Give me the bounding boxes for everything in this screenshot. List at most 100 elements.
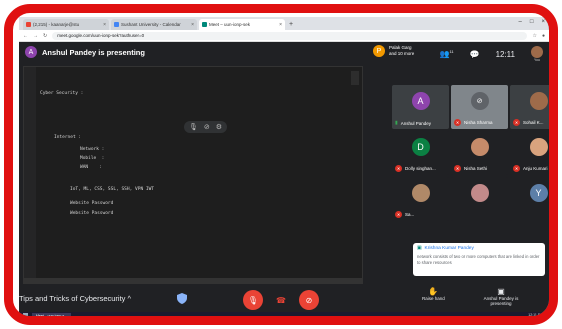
participant-photo xyxy=(529,92,548,110)
self-label: You xyxy=(534,58,540,62)
participant-tile[interactable]: Y xyxy=(510,177,549,221)
screen: (2,215) - kaanarje@stu × Sushant Univers… xyxy=(19,17,549,317)
red-frame: (2,215) - kaanarje@stu × Sushant Univers… xyxy=(4,4,558,325)
participant-avatar: Y xyxy=(529,184,548,202)
browser-tab-bar: (2,215) - kaanarje@stu × Sushant Univers… xyxy=(19,17,549,30)
maximize-icon[interactable]: □ xyxy=(530,19,534,25)
meeting-title[interactable]: Tips and Tricks of Cybersecurity ^ xyxy=(19,294,131,303)
code-line: IoT, ML, CSS, SSL, SSH, VPN IWT xyxy=(70,187,154,192)
editor-gutter xyxy=(24,67,36,283)
chat-icon[interactable]: 💬 xyxy=(470,50,480,59)
address-bar-row: ← → ↻ meet.google.com/uun-ionp-sek?authu… xyxy=(19,30,549,42)
taskbar-clock: 12:11 PM xyxy=(528,313,543,317)
reload-icon[interactable]: ↻ xyxy=(43,33,47,39)
presenter-banner: A Anshul Pandey is presenting xyxy=(25,46,145,58)
hand-icon: ✋ xyxy=(428,287,439,296)
browser-tab[interactable]: Sushant University - Calendar × xyxy=(111,19,197,30)
participants-count: 11 xyxy=(449,49,454,55)
new-tab-button[interactable]: + xyxy=(289,19,293,30)
tab-close-icon[interactable]: × xyxy=(103,22,106,28)
participant-name: Nisha Sharma xyxy=(464,120,493,125)
code-line: WAN : xyxy=(80,165,102,170)
participant-photo xyxy=(470,184,489,202)
mic-off-icon: ✕ xyxy=(454,119,461,126)
pinned-participants[interactable]: P Palak Garg and 10 more xyxy=(373,45,414,57)
participant-avatar: D xyxy=(411,138,430,156)
back-icon[interactable]: ← xyxy=(23,33,28,39)
code-line: Website Password xyxy=(70,201,114,206)
code-line: Cyber Security : xyxy=(40,91,84,96)
windows-start-icon[interactable] xyxy=(23,313,28,316)
tab-favicon-icon xyxy=(26,22,31,27)
mic-toggle-button[interactable]: 🎙 xyxy=(243,290,263,310)
settings-overlay-icon[interactable]: ⚙ xyxy=(216,123,222,131)
mic-off-icon: 🎙 xyxy=(247,295,259,305)
browser-tab[interactable]: (2,215) - kaanarje@stu × xyxy=(23,19,109,30)
leave-call-button[interactable]: ☎ xyxy=(271,290,291,310)
shield-icon[interactable] xyxy=(177,293,187,304)
browser-tab-active[interactable]: Meet – uun-ionp-sek × xyxy=(199,19,285,30)
pinned-avatar: P xyxy=(373,45,385,57)
tab-label: Sushant University - Calendar xyxy=(121,22,181,27)
mic-off-icon: ✕ xyxy=(395,165,402,172)
meeting-clock: 12:11 xyxy=(495,49,515,59)
os-taskbar: Meet – uun-ionp-s... 12:11 PM xyxy=(19,312,549,317)
participant-tile[interactable]: ✕ Sa... xyxy=(392,177,449,221)
tab-label: (2,215) - kaanarje@stu xyxy=(33,22,80,27)
participant-avatar: A xyxy=(411,92,430,110)
camera-off-icon: ⊘ xyxy=(305,295,313,305)
presenting-button[interactable]: ▣ Anshul Pandey is presenting xyxy=(475,288,527,307)
participant-name: Sohail K... xyxy=(523,120,544,125)
people-icon[interactable]: 👥11 xyxy=(439,49,453,59)
hide-overlay-icon[interactable]: ⊘ xyxy=(204,123,210,131)
code-line: Internet : xyxy=(54,135,82,140)
hang-up-icon: ☎ xyxy=(276,295,286,305)
editor-minimap xyxy=(351,71,359,85)
camera-off-icon: ⊘ xyxy=(470,92,489,110)
mic-off-icon: ✕ xyxy=(513,119,520,126)
participant-tile[interactable]: ✕ Anju Kumari xyxy=(510,131,549,175)
speaking-icon: ▮ xyxy=(395,120,398,126)
participant-tile[interactable]: A ▮ Anshul Pandey xyxy=(392,85,449,129)
participant-tile[interactable]: D ✕ Dolly singhan... xyxy=(392,131,449,175)
participant-tile[interactable]: ⊘ ✕ Nisha Sharma xyxy=(451,85,508,129)
tab-label: Meet – uun-ionp-sek xyxy=(209,22,251,27)
profile-icon[interactable]: ● xyxy=(542,33,545,39)
participant-tile[interactable] xyxy=(451,177,508,221)
participant-name: Nisha Sethi xyxy=(464,166,488,171)
editor-statusbar xyxy=(24,278,362,283)
pinned-more: and 10 more xyxy=(389,51,415,56)
participant-photo xyxy=(529,138,548,156)
shared-screen-editor: Cyber Security : Internet : Network : Mo… xyxy=(23,66,363,284)
tab-close-icon[interactable]: × xyxy=(279,22,282,28)
header-controls: 👥11 💬 12:11 You xyxy=(439,46,543,62)
taskbar-app[interactable]: Meet – uun-ionp-s... xyxy=(32,312,72,316)
raise-hand-button[interactable]: ✋ Raise hand xyxy=(422,287,445,301)
participant-name: Dolly singhan... xyxy=(405,166,436,171)
chat-notification[interactable]: ▣ Krishna Kumar Pandey network consists … xyxy=(413,243,545,276)
close-window-icon[interactable]: × xyxy=(541,19,545,25)
participant-name: Anju Kumari xyxy=(523,166,548,171)
participant-tile[interactable]: ✕ Sohail K... xyxy=(510,85,549,129)
forward-icon[interactable]: → xyxy=(33,33,38,39)
tab-close-icon[interactable]: × xyxy=(191,22,194,28)
minimize-icon[interactable]: – xyxy=(519,19,522,25)
participant-photo xyxy=(411,184,430,202)
bookmark-star-icon[interactable]: ☆ xyxy=(532,33,536,39)
url-field[interactable]: meet.google.com/uun-ionp-sek?authuser=0 xyxy=(52,31,528,40)
presenter-avatar: A xyxy=(25,46,37,58)
meet-header: A Anshul Pandey is presenting P Palak Ga… xyxy=(19,42,549,64)
tab-favicon-icon xyxy=(114,22,119,27)
self-avatar[interactable] xyxy=(531,46,543,58)
participant-name: Anshul Pandey xyxy=(400,120,432,126)
code-line: Website Password xyxy=(70,211,114,216)
chevron-up-icon: ^ xyxy=(127,294,132,303)
meet-bottom-bar: Tips and Tricks of Cybersecurity ^ 🎙 ☎ ⊘… xyxy=(19,286,549,312)
participant-tile[interactable]: ✕ Nisha Sethi xyxy=(451,131,508,175)
mic-off-icon: ✕ xyxy=(513,165,520,172)
camera-toggle-button[interactable]: ⊘ xyxy=(299,290,319,310)
window-controls: – □ × xyxy=(519,19,545,25)
mic-overlay-icon[interactable]: 🎙 xyxy=(189,123,198,131)
notification-sender: Krishna Kumar Pandey xyxy=(424,246,474,251)
notification-message: network consists of two or more computer… xyxy=(417,254,540,265)
